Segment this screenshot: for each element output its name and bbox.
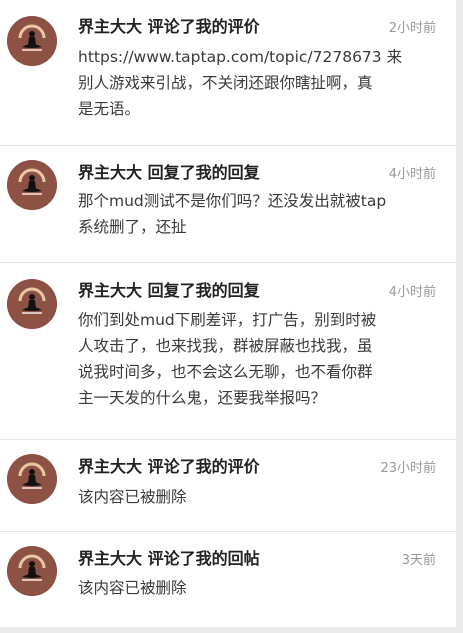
content-line: 别人游戏来引战，不关闭还跟你瞎扯啊，真 xyxy=(78,74,373,92)
notification-title[interactable]: 界主大大 回复了我的回复 xyxy=(78,281,260,301)
notification-item[interactable]: 界主大大 评论了我的评价 2小时前 https://www.taptap.com… xyxy=(0,0,456,146)
notification-title[interactable]: 界主大大 评论了我的评价 xyxy=(78,457,260,477)
content-line: https://www.taptap.com/topic/7278673 来 xyxy=(78,48,403,66)
meditating-figure-icon xyxy=(7,160,57,210)
notification-list: 界主大大 评论了我的评价 2小时前 https://www.taptap.com… xyxy=(0,0,456,627)
avatar[interactable] xyxy=(7,279,57,329)
notification-item[interactable]: 界主大大 评论了我的评价 23小时前 该内容已被删除 xyxy=(0,440,456,532)
notification-item[interactable]: 界主大大 评论了我的回帖 3天前 该内容已被删除 xyxy=(0,532,456,627)
notification-title[interactable]: 界主大大 评论了我的评价 xyxy=(78,17,260,37)
avatar[interactable] xyxy=(7,160,57,210)
avatar[interactable] xyxy=(7,454,57,504)
notification-time: 4小时前 xyxy=(388,167,436,182)
notification-title[interactable]: 界主大大 评论了我的回帖 xyxy=(78,549,260,569)
notification-item[interactable]: 界主大大 回复了我的回复 4小时前 你们到处mud下刷差评，打广告，别到时被 人… xyxy=(0,263,456,440)
avatar[interactable] xyxy=(7,16,57,66)
content-line: 该内容已被删除 xyxy=(78,488,187,506)
meditating-figure-icon xyxy=(7,546,57,596)
notification-time: 3天前 xyxy=(401,553,436,568)
notification-content[interactable]: 你们到处mud下刷差评，打广告，别到时被 人攻击了，也来找我，群被屏蔽也找我，虽… xyxy=(78,307,430,411)
notification-content[interactable]: https://www.taptap.com/topic/7278673 来 别… xyxy=(78,44,430,122)
notification-time: 2小时前 xyxy=(388,21,436,36)
notification-time: 23小时前 xyxy=(380,461,436,476)
content-line: 该内容已被删除 xyxy=(78,579,187,597)
notification-content[interactable]: 该内容已被删除 xyxy=(78,575,430,601)
avatar[interactable] xyxy=(7,546,57,596)
meditating-figure-icon xyxy=(7,279,57,329)
notification-content[interactable]: 那个mud测试不是你们吗？还没发出就被tap 系统删了，还扯 xyxy=(78,188,430,240)
content-line: 说我时间多，也不会这么无聊，也不看你群 xyxy=(78,363,373,381)
notification-time: 4小时前 xyxy=(388,285,436,300)
notification-content[interactable]: 该内容已被删除 xyxy=(78,484,430,510)
content-line: 人攻击了，也来找我，群被屏蔽也找我，虽 xyxy=(78,337,373,355)
content-line: 主一天发的什么鬼，还要我举报吗？ xyxy=(78,389,327,407)
content-line: 是无语。 xyxy=(78,100,141,118)
meditating-figure-icon xyxy=(7,454,57,504)
content-line: 那个mud测试不是你们吗？还没发出就被tap xyxy=(78,192,387,210)
notification-item[interactable]: 界主大大 回复了我的回复 4小时前 那个mud测试不是你们吗？还没发出就被tap… xyxy=(0,146,456,263)
content-line: 系统删了，还扯 xyxy=(78,218,187,236)
meditating-figure-icon xyxy=(7,16,57,66)
notification-title[interactable]: 界主大大 回复了我的回复 xyxy=(78,163,260,183)
content-line: 你们到处mud下刷差评，打广告，别到时被 xyxy=(78,311,377,329)
